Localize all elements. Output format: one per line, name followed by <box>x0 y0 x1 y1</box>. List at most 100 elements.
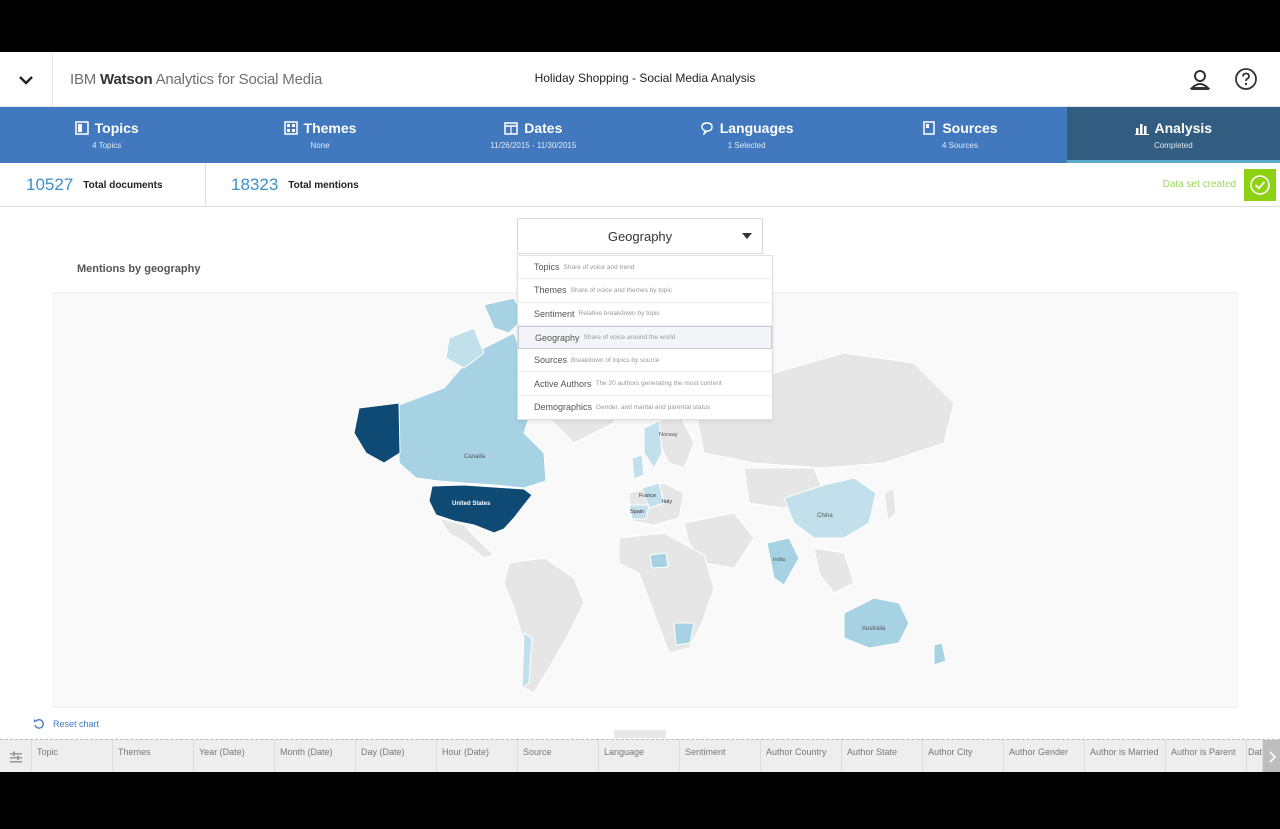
map-label-canada: Canada <box>464 454 486 460</box>
map-norway <box>643 420 663 469</box>
column-author-state[interactable]: Author State <box>842 740 923 772</box>
map-south-america <box>503 557 585 694</box>
menu-item-demographics[interactable]: Demographics Gender, and marital and par… <box>518 396 772 419</box>
menu-item-sentiment[interactable]: Sentiment Relative breakdown by topic <box>518 303 772 326</box>
stats-divider <box>205 163 206 207</box>
columns-settings-button[interactable] <box>0 740 32 772</box>
chart-title: Mentions by geography <box>77 263 201 275</box>
menu-toggle-button[interactable] <box>0 52 53 107</box>
tab-analysis[interactable]: Analysis Completed <box>1066 107 1280 163</box>
menu-item-desc: Gender, and marital and parental status <box>596 403 711 411</box>
column-topic[interactable]: Topic <box>32 740 113 772</box>
status-text: Data set created <box>1162 179 1236 190</box>
map-label-united-states: United States <box>452 501 491 507</box>
app-header: IBM Watson Analytics for Social Media Ho… <box>0 52 1280 107</box>
app-window: IBM Watson Analytics for Social Media Ho… <box>0 52 1280 772</box>
help-button[interactable] <box>1234 67 1258 91</box>
column-hour-date[interactable]: Hour (Date) <box>437 740 518 772</box>
column-author-gender[interactable]: Author Gender <box>1004 740 1085 772</box>
mentions-stat: 18323 Total mentions <box>231 163 359 207</box>
column-source[interactable]: Source <box>518 740 599 772</box>
reset-icon <box>33 719 44 729</box>
menu-item-sources[interactable]: Sources Breakdown of topics by source <box>518 349 772 373</box>
menu-item-name: Themes <box>534 285 567 296</box>
menu-item-topics[interactable]: Topics Share of voice and trend <box>518 256 772 280</box>
menu-item-active-authors[interactable]: Active Authors The 20 authors generating… <box>518 372 772 396</box>
map-label-australia: Australia <box>862 626 886 632</box>
tab-dates[interactable]: Dates 11/26/2015 - 11/30/2015 <box>427 107 640 163</box>
column-author-is-parent[interactable]: Author is Parent <box>1166 740 1247 772</box>
tab-languages-sub: 1 Selected <box>727 141 766 150</box>
mentions-count: 18323 <box>231 175 279 194</box>
column-author-city[interactable]: Author City <box>923 740 1004 772</box>
languages-icon <box>700 122 713 135</box>
chart-type-menu: Topics Share of voice and trend Themes S… <box>517 255 773 421</box>
column-themes[interactable]: Themes <box>113 740 194 772</box>
caret-up-icon <box>742 233 752 239</box>
map-label-france: France <box>639 493 656 499</box>
map-label-china: China <box>817 513 833 519</box>
tab-sources-label: Sources <box>942 120 998 136</box>
documents-count: 10527 <box>26 175 74 194</box>
menu-item-name: Active Authors <box>534 378 592 389</box>
map-new-zealand <box>933 642 947 666</box>
map-japan <box>883 487 897 523</box>
columns-icon <box>9 751 22 762</box>
user-button[interactable] <box>1188 67 1212 91</box>
tab-themes-sub: None <box>310 141 330 150</box>
tab-analysis-sub: Completed <box>1153 141 1193 150</box>
product-brand: IBM Watson Analytics for Social Media <box>70 71 322 88</box>
menu-item-name: Topics <box>534 262 560 273</box>
menu-item-geography[interactable]: Geography Share of voice around the worl… <box>518 325 772 350</box>
column-author-is-married[interactable]: Author is Married <box>1085 740 1166 772</box>
column-month-date[interactable]: Month (Date) <box>275 740 356 772</box>
tab-themes[interactable]: Themes None <box>213 107 426 163</box>
tab-themes-label: Themes <box>303 120 357 136</box>
topics-icon <box>74 121 89 135</box>
column-date[interactable]: Dat <box>1243 740 1263 772</box>
menu-item-name: Geography <box>535 332 580 343</box>
column-day-date[interactable]: Day (Date) <box>356 740 437 772</box>
workflow-nav: Topics 4 Topics Themes None Dates 11/26/… <box>0 107 1280 163</box>
tab-languages[interactable]: Languages 1 Selected <box>640 107 853 163</box>
bar-chart-icon <box>1134 124 1149 135</box>
stats-bar: 10527 Total documents 18323 Total mentio… <box>0 163 1280 207</box>
brand-rest: Analytics for Social Media <box>155 71 323 88</box>
menu-item-name: Sentiment <box>534 308 575 319</box>
map-alaska <box>353 402 401 464</box>
map-australia <box>843 597 910 649</box>
checkmark-icon <box>1250 175 1270 195</box>
tab-topics[interactable]: Topics 4 Topics <box>0 107 213 163</box>
menu-item-desc: Relative breakdown by topic <box>578 310 660 318</box>
chart-type-select[interactable]: Geography <box>517 218 763 254</box>
map-nigeria <box>649 552 669 569</box>
tab-languages-label: Languages <box>719 120 794 136</box>
menu-item-name: Demographics <box>534 402 593 413</box>
resize-grip[interactable] <box>614 730 666 738</box>
menu-item-themes[interactable]: Themes Share of voice and themes by topi… <box>518 279 772 303</box>
mentions-label: Total mentions <box>288 179 359 191</box>
reset-chart-button[interactable]: Reset chart <box>33 718 99 730</box>
tab-sources[interactable]: Sources 4 Sources <box>853 107 1066 163</box>
menu-item-desc: Share of voice around the world <box>583 334 676 342</box>
column-bar: Topic Themes Year (Date) Month (Date) Da… <box>0 739 1280 772</box>
menu-item-desc: Share of voice and trend <box>563 263 635 271</box>
brand-prefix: IBM <box>70 71 97 88</box>
themes-icon <box>283 121 298 135</box>
status-badge <box>1244 169 1276 201</box>
calendar-icon <box>504 122 518 135</box>
tab-dates-sub: 11/26/2015 - 11/30/2015 <box>490 141 577 150</box>
chevron-down-icon <box>19 75 33 85</box>
map-label-italy: Italy <box>662 499 672 505</box>
column-language[interactable]: Language <box>599 740 680 772</box>
column-year-date[interactable]: Year (Date) <box>194 740 275 772</box>
map-uk <box>631 454 645 480</box>
menu-item-name: Sources <box>534 355 568 366</box>
column-author-country[interactable]: Author Country <box>761 740 842 772</box>
documents-label: Total documents <box>83 179 163 191</box>
scroll-right-button[interactable] <box>1263 740 1280 772</box>
column-sentiment[interactable]: Sentiment <box>680 740 761 772</box>
menu-item-desc: The 20 authors generating the most conte… <box>595 380 722 388</box>
user-icon <box>1189 70 1211 90</box>
menu-item-desc: Share of voice and themes by topic <box>570 286 673 294</box>
